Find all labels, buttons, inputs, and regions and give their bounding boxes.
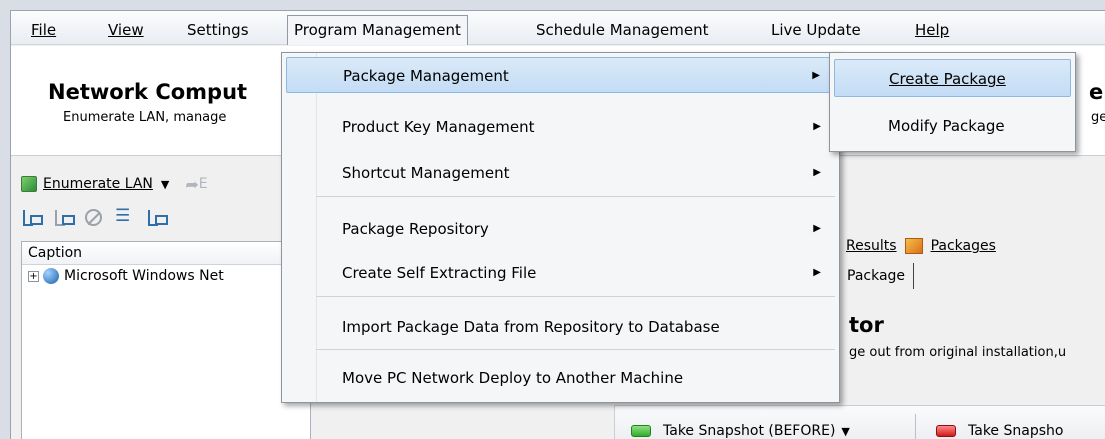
chevron-down-icon[interactable]: ▼ <box>161 178 169 191</box>
submenu-arrow-icon: ▶ <box>813 121 821 132</box>
menu-help-label: Help <box>915 21 950 39</box>
red-status-icon <box>936 425 956 437</box>
menu-file[interactable]: File <box>25 17 62 43</box>
menu-item-product-key-management[interactable]: Product Key Management ▶ <box>286 109 835 145</box>
menu-file-label: File <box>31 21 57 39</box>
list-icon[interactable] <box>114 206 134 226</box>
menu-item-label: Product Key Management <box>342 118 535 136</box>
package-icon <box>904 238 923 254</box>
right-tab-strip: Results Packages <box>846 231 996 261</box>
page-title: Network Comput <box>48 80 248 104</box>
menu-separator <box>316 349 835 350</box>
menu-settings-label: Settings <box>187 21 249 39</box>
menu-item-create-self-extracting-file[interactable]: Create Self Extracting File ▶ <box>286 255 835 291</box>
menu-item-import-package-data[interactable]: Import Package Data from Repository to D… <box>286 309 835 345</box>
menu-schedule-management[interactable]: Schedule Management <box>530 17 715 43</box>
forward-button-label: E <box>198 176 208 192</box>
toolbar-separator <box>915 414 916 439</box>
remove-node-icon[interactable] <box>53 208 75 226</box>
page-subtitle: Enumerate LAN, manage <box>63 110 227 125</box>
menu-view-label: View <box>108 21 144 39</box>
expand-icon[interactable]: + <box>28 270 39 282</box>
enumerate-lan-label: Enumerate LAN <box>43 176 153 192</box>
package-management-submenu: Create Package Modify Package <box>829 52 1076 152</box>
menu-item-label: Package Repository <box>342 220 489 238</box>
packages-tab-label: Packages <box>930 238 996 254</box>
menu-program-management-label: Program Management <box>294 21 461 39</box>
menu-item-label: Create Package <box>889 70 1006 88</box>
page-title-right: em <box>1089 80 1105 104</box>
green-status-icon <box>631 425 651 437</box>
menu-help[interactable]: Help <box>909 17 955 43</box>
snapshot-after-label: Take Snapsho <box>968 423 1064 439</box>
menu-program-management[interactable]: Program Management <box>287 15 468 45</box>
submenu-arrow-icon: ▶ <box>812 70 820 81</box>
results-tab[interactable]: Results <box>846 238 897 254</box>
package-subtab[interactable]: Package <box>847 263 915 289</box>
menu-separator <box>316 196 835 197</box>
menu-item-move-pc-network-deploy[interactable]: Move PC Network Deploy to Another Machin… <box>286 360 835 396</box>
network-tree-panel: Caption + Microsoft Windows Net <box>21 241 311 439</box>
menu-view[interactable]: View <box>102 17 150 43</box>
menu-item-label: Import Package Data from Repository to D… <box>342 318 720 336</box>
menu-live-update[interactable]: Live Update <box>765 17 867 43</box>
tree-toolbar <box>21 204 168 230</box>
program-management-menu: Package Management ▶ Product Key Managem… <box>281 52 840 403</box>
network-globe-icon <box>43 268 59 284</box>
tree-view-icon[interactable] <box>146 208 168 226</box>
chevron-down-icon[interactable]: ▼ <box>841 425 849 438</box>
page-subtitle-right: ge <box>1091 110 1105 125</box>
menu-item-shortcut-management[interactable]: Shortcut Management ▶ <box>286 155 835 191</box>
take-snapshot-before-button[interactable]: Take Snapshot (BEFORE) ▼ <box>631 420 850 439</box>
enumerate-lan-button[interactable]: Enumerate LAN <box>43 176 153 192</box>
snapshot-before-label: Take Snapshot (BEFORE) <box>663 423 836 439</box>
menu-schedule-management-label: Schedule Management <box>536 21 709 39</box>
menu-live-update-label: Live Update <box>771 21 861 39</box>
menu-item-label: Create Self Extracting File <box>342 264 537 282</box>
menu-separator <box>316 296 835 297</box>
add-node-icon[interactable] <box>21 208 43 226</box>
menu-item-modify-package[interactable]: Modify Package <box>834 107 1071 145</box>
wizard-title: tor <box>849 313 884 337</box>
caption-column-header[interactable]: Caption <box>22 242 310 265</box>
menu-item-label: Modify Package <box>888 117 1005 135</box>
take-snapshot-after-button[interactable]: Take Snapsho <box>936 420 1063 439</box>
menu-settings[interactable]: Settings <box>181 17 255 43</box>
submenu-arrow-icon: ▶ <box>813 167 821 178</box>
snapshot-toolbar: Take Snapshot (BEFORE) ▼ Take Snapsho <box>614 405 1105 439</box>
menu-item-label: Shortcut Management <box>342 164 510 182</box>
menu-item-package-management[interactable]: Package Management ▶ <box>286 57 835 93</box>
main-toolbar: Enumerate LAN ▼ ➦ E <box>21 171 208 197</box>
menu-item-label: Move PC Network Deploy to Another Machin… <box>342 369 684 387</box>
refresh-icon <box>21 176 37 192</box>
stop-icon[interactable] <box>85 208 102 226</box>
tree-node[interactable]: + Microsoft Windows Net <box>22 265 310 287</box>
results-tab-label: Results <box>846 238 897 254</box>
menu-item-create-package[interactable]: Create Package <box>834 59 1071 97</box>
menu-item-label: Package Management <box>343 67 509 85</box>
menu-bar: File View Settings Program Management Sc… <box>11 11 1105 45</box>
submenu-arrow-icon: ▶ <box>813 267 821 278</box>
packages-tab[interactable]: Packages <box>931 238 996 254</box>
submenu-arrow-icon: ▶ <box>813 223 821 234</box>
menu-item-package-repository[interactable]: Package Repository ▶ <box>286 211 835 247</box>
tree-node-label: Microsoft Windows Net <box>64 268 224 284</box>
wizard-description: ge out from original installation,u <box>849 345 1067 360</box>
forward-arrow-icon[interactable]: ➦ <box>185 175 198 194</box>
